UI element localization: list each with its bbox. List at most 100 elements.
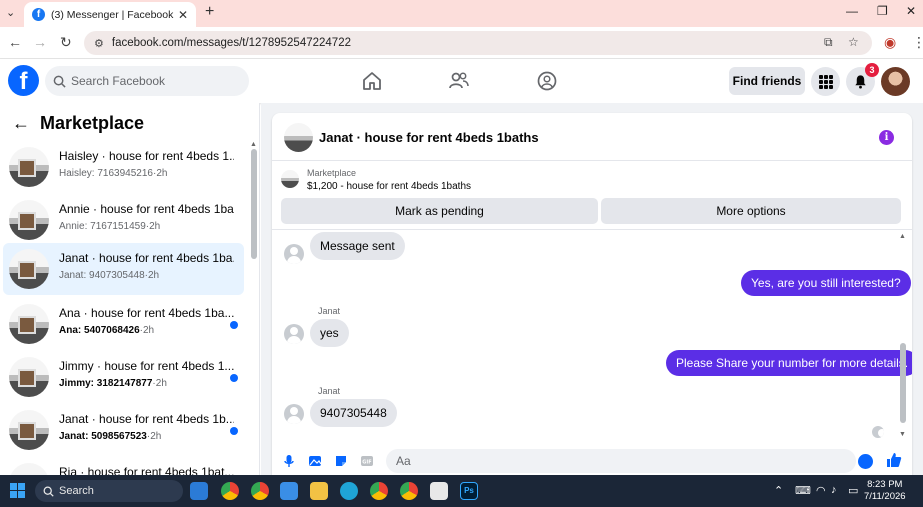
chat-header: Janat · house for rent 4beds 1baths i [272, 113, 912, 161]
windows-start-icon[interactable] [10, 483, 25, 498]
sender-avatar [284, 404, 304, 424]
preview-time: 2h [149, 221, 161, 232]
marketplace-label: Marketplace [307, 168, 357, 178]
preview-time: 2h [150, 431, 162, 442]
preview-time: 2h [155, 378, 167, 389]
forward-icon[interactable]: → [33, 34, 47, 50]
conversation-title: Ana · house for rent 4beds 1ba... [59, 306, 234, 320]
sender-avatar [284, 244, 304, 264]
message-input-box[interactable] [386, 449, 856, 473]
conversation-item[interactable]: Annie · house for rent 4beds 1ba... Annie… [3, 194, 244, 246]
gif-icon[interactable]: GIF [360, 454, 374, 468]
snipping-tool-icon[interactable] [430, 482, 448, 500]
new-tab-icon[interactable]: + [205, 3, 214, 21]
wifi-icon[interactable]: ◠ [816, 484, 826, 497]
facebook-favicon-icon: f [32, 8, 45, 21]
url-text[interactable]: facebook.com/messages/t/1278952547224722 [112, 37, 351, 49]
conversation-item[interactable]: Janat · house for rent 4beds 1b... Janat:… [3, 404, 244, 456]
scroll-up-icon[interactable]: ▲ [250, 141, 257, 148]
store-icon[interactable] [280, 482, 298, 500]
chrome-icon[interactable] [221, 482, 239, 500]
preview-time: 2h [156, 168, 168, 179]
omnibox[interactable]: ⚙ facebook.com/messages/t/12789525472247… [84, 31, 872, 55]
sidebar-header: ← Marketplace [12, 113, 144, 134]
back-arrow-icon[interactable]: ← [12, 113, 30, 134]
sticker-icon[interactable] [334, 454, 348, 468]
conversation-item[interactable]: Ana · house for rent 4beds 1ba... Ana: 54… [3, 298, 244, 350]
close-tab-icon[interactable]: ✕ [178, 8, 188, 22]
conversation-thumbnail [9, 410, 49, 450]
info-icon[interactable]: i [879, 130, 894, 145]
conversation-title: Annie · house for rent 4beds 1ba... [59, 202, 234, 216]
find-friends-button[interactable]: Find friends [729, 67, 805, 95]
mark-as-pending-button[interactable]: Mark as pending [281, 198, 598, 224]
browser-profile-icon[interactable]: ◉ [884, 34, 896, 51]
taskbar-search-label: Search [59, 485, 94, 497]
minimize-icon[interactable]: — [846, 4, 858, 18]
profile-avatar[interactable] [881, 67, 910, 96]
preview-sender: Janat: [59, 431, 89, 442]
groups-icon[interactable] [536, 70, 558, 92]
site-settings-icon[interactable]: ⚙ [94, 37, 104, 50]
conversation-thumbnail [9, 200, 49, 240]
home-icon[interactable] [361, 70, 383, 92]
preview-time: 2h [148, 270, 160, 281]
seen-avatar [872, 426, 884, 438]
conversation-item[interactable]: Jimmy · house for rent 4beds 1... Jimmy: … [3, 351, 244, 403]
keyboard-icon[interactable]: ⌨ [795, 484, 811, 497]
browser-tab-messenger[interactable]: f (3) Messenger | Facebook ✕ [24, 2, 196, 27]
scroll-up-icon[interactable]: ▲ [899, 233, 906, 240]
chrome-profile-icon[interactable] [400, 482, 418, 500]
scroll-down-icon[interactable]: ▼ [899, 431, 906, 438]
reload-icon[interactable]: ↻ [60, 34, 72, 51]
svg-text:GIF: GIF [362, 460, 371, 466]
maximize-icon[interactable]: ❐ [877, 4, 888, 18]
close-window-icon[interactable]: ✕ [906, 4, 916, 18]
conversation-item[interactable]: Ria · house for rent 4beds 1bat... [3, 457, 244, 475]
battery-icon[interactable]: ▭ [848, 484, 858, 497]
search-input[interactable] [71, 74, 231, 88]
chrome-profile-icon[interactable] [370, 482, 388, 500]
menu-button[interactable] [811, 67, 840, 96]
vscode-icon[interactable] [190, 482, 208, 500]
taskbar-search[interactable]: Search [35, 480, 183, 502]
preview-text: 7163945216 [97, 168, 153, 179]
grid-menu-icon [818, 74, 833, 89]
volume-icon[interactable]: ♪ [831, 484, 837, 496]
browser-menu-icon[interactable]: ⋮ [912, 34, 923, 51]
system-clock[interactable]: 8:23 PM 7/11/2026 [864, 479, 906, 503]
conversation-title: Jimmy · house for rent 4beds 1... [59, 359, 234, 373]
chat-scrollbar[interactable] [900, 343, 906, 423]
bookmark-star-icon[interactable]: ☆ [848, 35, 859, 49]
chat-avatar[interactable] [284, 123, 313, 152]
facebook-logo[interactable]: f [8, 65, 39, 96]
conversation-item[interactable]: Janat · house for rent 4beds 1ba... Janat… [3, 243, 244, 295]
tray-chevron-icon[interactable]: ⌃ [774, 484, 783, 497]
marketplace-listing[interactable]: Marketplace $1,200 - house for rent 4bed… [272, 162, 912, 198]
conversation-preview: Jimmy: 3182147877·2h [59, 378, 167, 389]
back-icon[interactable]: ← [8, 34, 22, 50]
facebook-search[interactable] [45, 66, 249, 96]
edge-icon[interactable] [340, 482, 358, 500]
conversation-preview: Annie: 7167151459·2h [59, 221, 161, 232]
preview-text: 3182147877 [96, 378, 153, 389]
photoshop-icon[interactable]: Ps [460, 482, 478, 500]
chrome-profile-icon[interactable] [251, 482, 269, 500]
photo-icon[interactable] [308, 454, 322, 468]
more-options-button[interactable]: More options [601, 198, 901, 224]
message-input[interactable] [396, 454, 816, 468]
install-app-icon[interactable]: ⧉ [824, 35, 833, 50]
tab-search-icon[interactable]: ⌄ [6, 6, 15, 19]
chat-title[interactable]: Janat · house for rent 4beds 1baths [319, 130, 539, 145]
conversation-item[interactable]: Haisley · house for rent 4beds 1... Haisl… [3, 141, 244, 193]
notification-badge: 3 [865, 63, 879, 77]
thumbs-up-icon[interactable] [886, 452, 902, 468]
microphone-icon[interactable] [282, 454, 296, 468]
file-explorer-icon[interactable] [310, 482, 328, 500]
facebook-header: f Find friends 3 [0, 59, 923, 103]
sidebar-scrollbar[interactable] [251, 149, 257, 259]
unread-dot [230, 427, 238, 435]
friends-icon[interactable] [448, 70, 470, 92]
emoji-icon[interactable] [858, 454, 873, 469]
message-sender: Janat [318, 306, 341, 316]
